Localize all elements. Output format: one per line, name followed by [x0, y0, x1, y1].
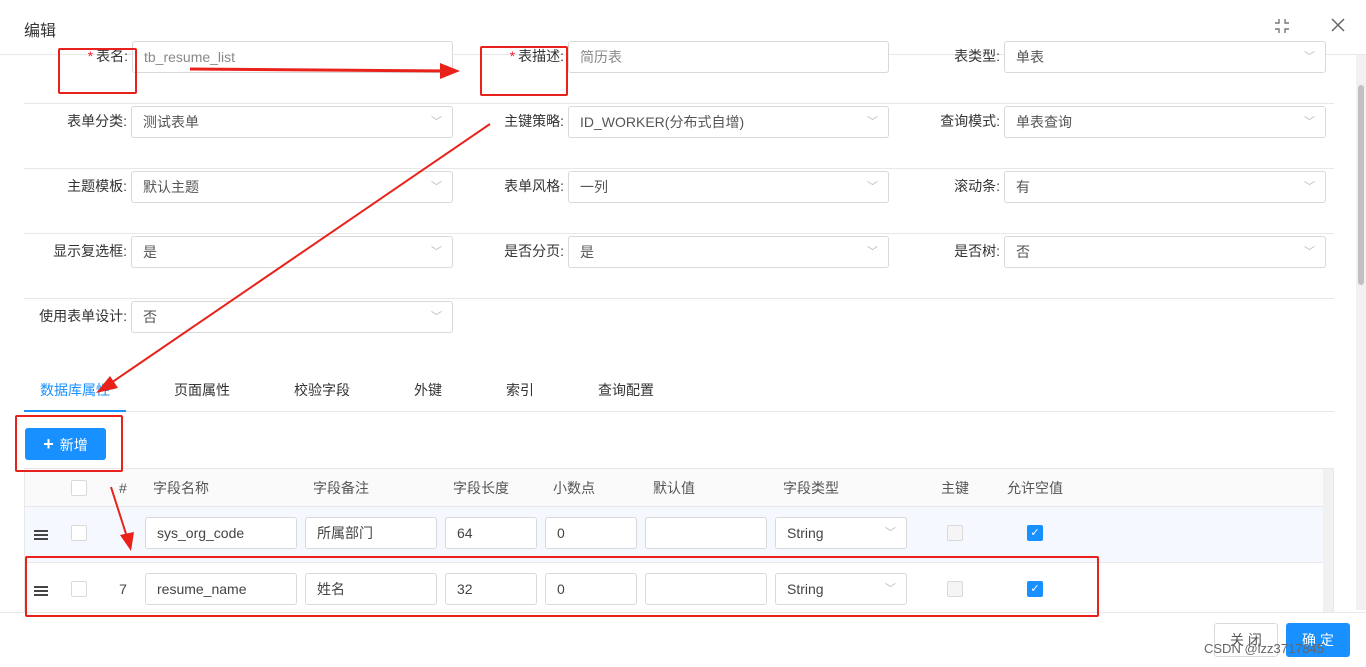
chevron-down-icon: ﹀	[867, 116, 878, 128]
col-header-length: 字段长度	[453, 480, 509, 496]
annotation-box-new-row	[25, 556, 1099, 617]
theme-template-value: 默认主题	[143, 179, 199, 195]
nullable-checkbox[interactable]: ✓	[1027, 525, 1043, 541]
chevron-down-icon: ﹀	[1304, 246, 1315, 258]
grid-header: # 字段名称 字段备注 字段长度 小数点 默认值 字段类型 主键 允许空值	[25, 469, 1325, 507]
col-header-type: 字段类型	[783, 480, 839, 496]
col-header-nullable: 允许空值	[1007, 480, 1063, 496]
scrollbar-thumb[interactable]	[1358, 85, 1364, 285]
chevron-down-icon: ﹀	[867, 246, 878, 258]
col-header-decimal: 小数点	[553, 480, 595, 496]
use-designer-value: 否	[143, 309, 157, 325]
field-type-value: String	[787, 525, 824, 541]
tab-db-attributes[interactable]: 数据库属性	[24, 372, 126, 412]
table-name-value: tb_resume_list	[144, 49, 236, 65]
show-checkbox-label: 显示复选框:	[53, 243, 127, 259]
scrollbar-select[interactable]: 有 ﹀	[1004, 171, 1326, 203]
table-desc-input[interactable]: 简历表	[568, 41, 889, 73]
table-type-select[interactable]: 单表 ﹀	[1004, 41, 1326, 73]
close-icon-svg	[1331, 18, 1345, 32]
pk-checkbox[interactable]	[947, 525, 963, 541]
pk-strategy-select[interactable]: ID_WORKER(分布式自增) ﹀	[568, 106, 889, 138]
paging-value: 是	[580, 244, 594, 260]
select-all-checkbox[interactable]	[71, 480, 87, 496]
field-default-input[interactable]	[645, 517, 767, 549]
pk-strategy-value: ID_WORKER(分布式自增)	[580, 114, 745, 130]
dialog-title: 编辑	[24, 23, 57, 40]
scrollbar-value: 有	[1016, 179, 1030, 195]
compress-icon-svg	[1275, 19, 1289, 33]
annotation-box-table-name	[58, 48, 137, 94]
tab-indexes[interactable]: 索引	[490, 372, 550, 412]
field-name-input[interactable]: sys_org_code	[145, 517, 297, 549]
tab-page-attributes[interactable]: 页面属性	[158, 372, 246, 412]
dialog-scrollbar[interactable]	[1356, 55, 1366, 610]
table-type-label: 表类型:	[954, 48, 1000, 64]
chevron-down-icon: ﹀	[1304, 181, 1315, 193]
table-row: sys_org_code 所属部门 64 0 String ﹀ ✓	[25, 507, 1325, 563]
drag-handle-icon[interactable]	[34, 530, 48, 540]
paging-label: 是否分页:	[504, 243, 564, 259]
col-header-default: 默认值	[653, 480, 695, 496]
chevron-down-icon: ﹀	[867, 181, 878, 193]
fullscreen-icon[interactable]	[1272, 17, 1292, 37]
table-type-value: 单表	[1016, 49, 1044, 65]
grid-scrollbar[interactable]	[1323, 469, 1333, 613]
form-row-1: * 表名: tb_resume_list * 表描述: 简历表 表类型: 单表 ﹀	[24, 39, 1334, 104]
form-row-3: 主题模板: 默认主题 ﹀ 表单风格: 一列 ﹀ 滚动条: 有 ﹀	[24, 169, 1334, 234]
field-comment-input[interactable]: 所属部门	[305, 517, 437, 549]
paging-select[interactable]: 是 ﹀	[568, 236, 889, 268]
form-style-label: 表单风格:	[504, 178, 564, 194]
show-checkbox-select[interactable]: 是 ﹀	[131, 236, 453, 268]
chevron-down-icon: ﹀	[431, 116, 442, 128]
theme-template-select[interactable]: 默认主题 ﹀	[131, 171, 453, 203]
is-tree-select[interactable]: 否 ﹀	[1004, 236, 1326, 268]
chevron-down-icon: ﹀	[431, 246, 442, 258]
col-header-pk: 主键	[941, 480, 969, 496]
annotation-box-add-button	[15, 415, 123, 472]
form-category-select[interactable]: 测试表单 ﹀	[131, 106, 453, 138]
field-length-input[interactable]: 64	[445, 517, 537, 549]
chevron-down-icon: ﹀	[885, 527, 896, 539]
chevron-down-icon: ﹀	[1304, 116, 1315, 128]
form-style-value: 一列	[580, 179, 608, 195]
use-designer-select[interactable]: 否 ﹀	[131, 301, 453, 333]
form-category-value: 测试表单	[143, 114, 199, 130]
tab-foreign-keys[interactable]: 外键	[398, 372, 458, 412]
field-decimal-input[interactable]: 0	[545, 517, 637, 549]
table-name-input[interactable]: tb_resume_list	[132, 41, 453, 73]
pk-strategy-label: 主键策略:	[504, 113, 564, 129]
field-type-select[interactable]: String ﹀	[775, 517, 907, 549]
query-mode-select[interactable]: 单表查询 ﹀	[1004, 106, 1326, 138]
use-designer-label: 使用表单设计:	[39, 308, 127, 324]
query-mode-label: 查询模式:	[940, 113, 1000, 129]
is-tree-label: 是否树:	[954, 243, 1000, 259]
form-row-5: 使用表单设计: 否 ﹀	[24, 299, 1334, 364]
row-checkbox[interactable]	[71, 525, 87, 541]
form-row-2: 表单分类: 测试表单 ﹀ 主键策略: ID_WORKER(分布式自增) ﹀ 查询模式…	[24, 104, 1334, 169]
col-header-comment: 字段备注	[313, 480, 369, 496]
scrollbar-label: 滚动条:	[954, 178, 1000, 194]
close-icon[interactable]	[1328, 17, 1348, 37]
table-desc-value: 简历表	[580, 49, 622, 65]
dialog-footer: 关 闭 确 定	[0, 612, 1366, 667]
attribute-tabs: 数据库属性 页面属性 校验字段 外键 索引 查询配置	[24, 372, 1334, 412]
chevron-down-icon: ﹀	[431, 311, 442, 323]
watermark: CSDN @lzz3717845	[1204, 641, 1325, 656]
query-mode-value: 单表查询	[1016, 114, 1072, 130]
chevron-down-icon: ﹀	[431, 181, 442, 193]
tab-validation-fields[interactable]: 校验字段	[278, 372, 366, 412]
show-checkbox-value: 是	[143, 244, 157, 260]
is-tree-value: 否	[1016, 244, 1030, 260]
theme-template-label: 主题模板:	[67, 178, 127, 194]
col-header-index: #	[119, 480, 127, 496]
annotation-box-table-desc	[480, 46, 568, 96]
form-category-label: 表单分类:	[67, 113, 127, 129]
tab-query-config[interactable]: 查询配置	[582, 372, 670, 412]
col-header-name: 字段名称	[153, 480, 209, 496]
form-row-4: 显示复选框: 是 ﹀ 是否分页: 是 ﹀ 是否树: 否 ﹀	[24, 234, 1334, 299]
chevron-down-icon: ﹀	[1304, 51, 1315, 63]
form-style-select[interactable]: 一列 ﹀	[568, 171, 889, 203]
